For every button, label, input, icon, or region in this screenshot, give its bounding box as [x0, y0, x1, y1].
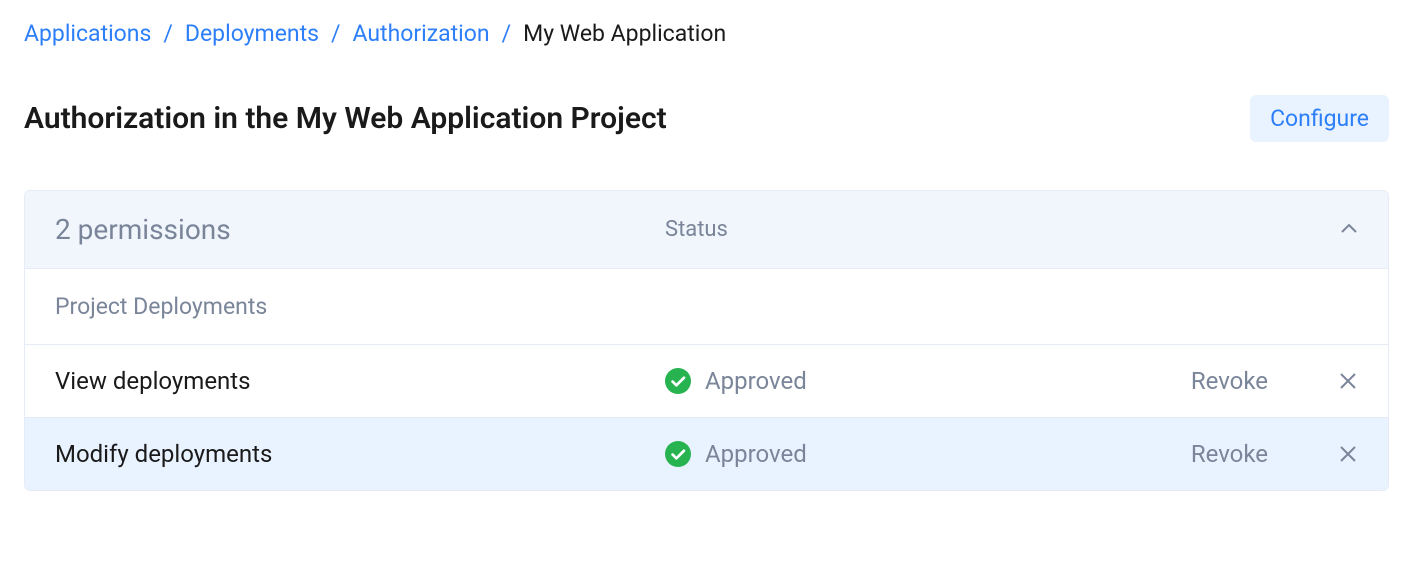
breadcrumb-current: My Web Application [523, 20, 726, 47]
table-row: View deployments Approved Revoke [25, 345, 1388, 418]
permission-name: View deployments [55, 367, 665, 395]
breadcrumb-separator: / [163, 20, 173, 47]
permissions-count: 2 permissions [55, 213, 665, 246]
breadcrumb-separator: / [502, 20, 512, 47]
close-icon[interactable] [1338, 444, 1358, 464]
permission-name: Modify deployments [55, 440, 665, 468]
revoke-button[interactable]: Revoke [1191, 367, 1268, 395]
permission-status: Approved [665, 440, 1191, 468]
status-label: Approved [705, 440, 807, 468]
permissions-table: 2 permissions Status Project Deployments… [24, 190, 1389, 491]
breadcrumb-link-deployments[interactable]: Deployments [185, 20, 319, 47]
status-column-header: Status [665, 217, 1340, 242]
breadcrumb-link-applications[interactable]: Applications [24, 20, 151, 47]
check-circle-icon [665, 368, 691, 394]
revoke-button[interactable]: Revoke [1191, 440, 1268, 468]
page-header: Authorization in the My Web Application … [24, 95, 1389, 142]
configure-button[interactable]: Configure [1250, 95, 1389, 142]
breadcrumb-separator: / [331, 20, 341, 47]
table-row: Modify deployments Approved Revoke [25, 418, 1388, 490]
table-header-row: 2 permissions Status [25, 191, 1388, 269]
breadcrumb: Applications / Deployments / Authorizati… [24, 20, 1389, 47]
permission-status: Approved [665, 367, 1191, 395]
permission-group-header: Project Deployments [25, 269, 1388, 345]
status-label: Approved [705, 367, 807, 395]
check-circle-icon [665, 441, 691, 467]
chevron-up-icon[interactable] [1340, 220, 1358, 239]
breadcrumb-link-authorization[interactable]: Authorization [352, 20, 489, 47]
page-title: Authorization in the My Web Application … [24, 101, 667, 136]
close-icon[interactable] [1338, 371, 1358, 391]
